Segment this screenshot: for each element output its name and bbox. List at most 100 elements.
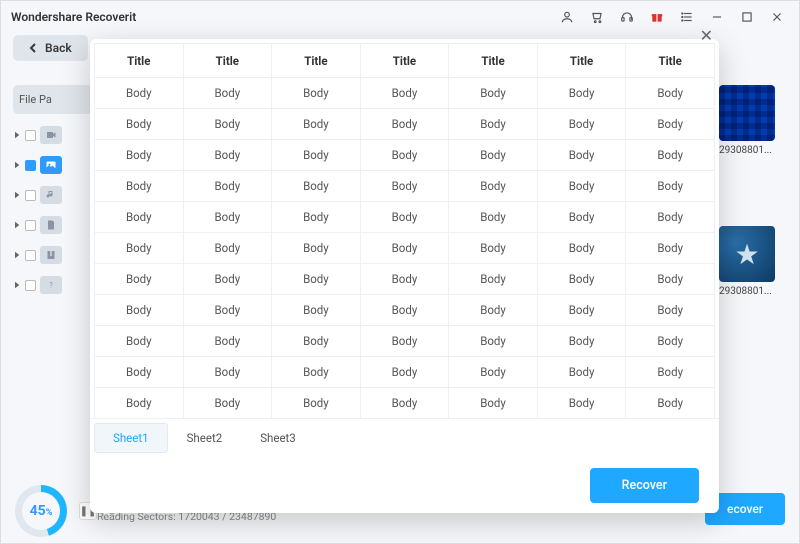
- table-cell: Body: [626, 295, 715, 326]
- table-cell: Body: [449, 264, 538, 295]
- table-cell: Body: [183, 357, 272, 388]
- table-cell: Body: [183, 388, 272, 419]
- table-cell: Body: [95, 326, 184, 357]
- close-icon[interactable]: [765, 5, 789, 29]
- table-cell: Body: [537, 295, 626, 326]
- table-cell: Body: [272, 140, 361, 171]
- thumbnail-strip: 29308801... 29308801...: [719, 85, 779, 301]
- table-scroll[interactable]: TitleTitleTitleTitleTitleTitleTitle Body…: [94, 43, 715, 418]
- table-cell: Body: [537, 78, 626, 109]
- table-cell: Body: [626, 388, 715, 419]
- table-cell: Body: [626, 109, 715, 140]
- thumbnail-caption: 29308801...: [719, 145, 775, 156]
- table-row: BodyBodyBodyBodyBodyBodyBody: [95, 388, 715, 419]
- table-row: BodyBodyBodyBodyBodyBodyBody: [95, 326, 715, 357]
- table-cell: Body: [449, 233, 538, 264]
- maximize-icon[interactable]: [735, 5, 759, 29]
- back-label: Back: [45, 41, 72, 55]
- table-cell: Body: [360, 109, 449, 140]
- progress-ring: 45%: [15, 485, 67, 537]
- category-photo[interactable]: [13, 156, 93, 174]
- gift-icon[interactable]: [645, 5, 669, 29]
- table-cell: Body: [449, 202, 538, 233]
- table-cell: Body: [272, 295, 361, 326]
- table-cell: Body: [95, 171, 184, 202]
- table-row: BodyBodyBodyBodyBodyBodyBody: [95, 233, 715, 264]
- table-header-row: TitleTitleTitleTitleTitleTitleTitle: [95, 44, 715, 78]
- table-cell: Body: [272, 202, 361, 233]
- table-cell: Body: [626, 326, 715, 357]
- table-cell: Body: [95, 109, 184, 140]
- table-cell: Body: [95, 202, 184, 233]
- thumbnail[interactable]: [719, 226, 775, 282]
- table-cell: Body: [183, 109, 272, 140]
- table-cell: Body: [449, 295, 538, 326]
- table-cell: Body: [183, 171, 272, 202]
- sheet-tab[interactable]: Sheet2: [168, 423, 242, 453]
- table-cell: Body: [360, 171, 449, 202]
- table-cell: Body: [360, 295, 449, 326]
- table-row: BodyBodyBodyBodyBodyBodyBody: [95, 295, 715, 326]
- table-cell: Body: [183, 202, 272, 233]
- table-row: BodyBodyBodyBodyBodyBodyBody: [95, 78, 715, 109]
- table-cell: Body: [272, 171, 361, 202]
- table-cell: Body: [449, 171, 538, 202]
- table-cell: Body: [449, 388, 538, 419]
- table-cell: Body: [95, 140, 184, 171]
- table-cell: Body: [449, 109, 538, 140]
- table-cell: Body: [183, 326, 272, 357]
- table-header: Title: [272, 44, 361, 78]
- table-cell: Body: [272, 357, 361, 388]
- table-cell: Body: [449, 78, 538, 109]
- back-button[interactable]: Back: [13, 35, 88, 61]
- table-cell: Body: [449, 326, 538, 357]
- category-other[interactable]: ?: [13, 276, 93, 294]
- table-cell: Body: [360, 264, 449, 295]
- app-title: Wondershare Recoverit: [11, 10, 136, 24]
- table-cell: Body: [360, 357, 449, 388]
- table-cell: Body: [449, 357, 538, 388]
- table-cell: Body: [272, 326, 361, 357]
- table-cell: Body: [183, 140, 272, 171]
- table-cell: Body: [626, 202, 715, 233]
- table-header: Title: [95, 44, 184, 78]
- user-icon[interactable]: [555, 5, 579, 29]
- table-row: BodyBodyBodyBodyBodyBodyBody: [95, 264, 715, 295]
- table-cell: Body: [626, 233, 715, 264]
- table-cell: Body: [183, 264, 272, 295]
- preview-table: TitleTitleTitleTitleTitleTitleTitle Body…: [94, 43, 715, 418]
- table-cell: Body: [360, 233, 449, 264]
- file-path-button[interactable]: File Pa: [13, 85, 93, 114]
- sheet-tab[interactable]: Sheet1: [94, 423, 168, 453]
- table-cell: Body: [626, 78, 715, 109]
- table-cell: Body: [95, 357, 184, 388]
- thumbnail-caption: 29308801...: [719, 286, 775, 297]
- list-icon[interactable]: [675, 5, 699, 29]
- modal-recover-button[interactable]: Recover: [590, 468, 699, 503]
- category-video[interactable]: [13, 126, 93, 144]
- table-cell: Body: [537, 264, 626, 295]
- cart-icon[interactable]: [585, 5, 609, 29]
- table-cell: Body: [537, 388, 626, 419]
- table-cell: Body: [360, 202, 449, 233]
- table-cell: Body: [537, 171, 626, 202]
- category-document[interactable]: [13, 216, 93, 234]
- table-cell: Body: [95, 264, 184, 295]
- table-row: BodyBodyBodyBodyBodyBodyBody: [95, 357, 715, 388]
- sheet-tabs: Sheet1Sheet2Sheet3: [90, 418, 719, 457]
- title-bar: Wondershare Recoverit: [1, 1, 799, 33]
- sheet-tab[interactable]: Sheet3: [241, 423, 315, 453]
- table-row: BodyBodyBodyBodyBodyBodyBody: [95, 171, 715, 202]
- table-cell: Body: [449, 140, 538, 171]
- headset-icon[interactable]: [615, 5, 639, 29]
- category-audio[interactable]: [13, 186, 93, 204]
- table-header: Title: [183, 44, 272, 78]
- category-archive[interactable]: [13, 246, 93, 264]
- table-cell: Body: [537, 109, 626, 140]
- table-cell: Body: [360, 140, 449, 171]
- modal-close-icon[interactable]: [691, 28, 709, 46]
- table-cell: Body: [183, 78, 272, 109]
- table-cell: Body: [95, 233, 184, 264]
- thumbnail[interactable]: [719, 85, 775, 141]
- preview-modal: TitleTitleTitleTitleTitleTitleTitle Body…: [90, 39, 719, 513]
